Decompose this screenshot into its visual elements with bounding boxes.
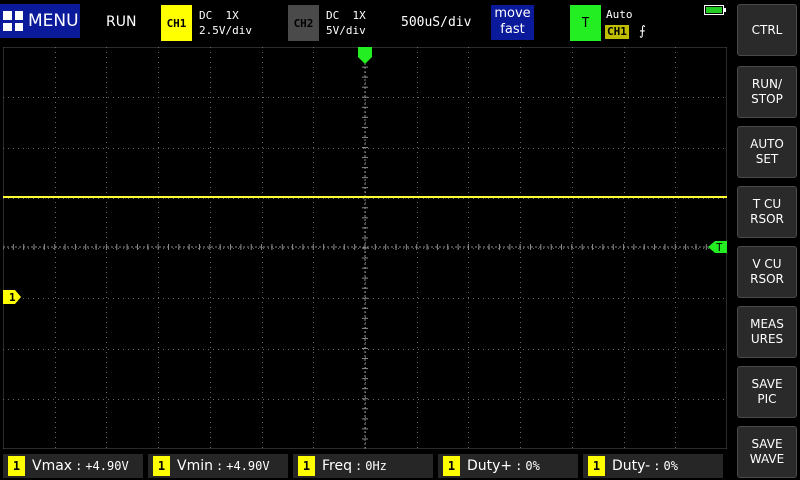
measurement-label: Vmin — [177, 458, 213, 474]
measurement-separator: : — [75, 459, 83, 473]
ch1-settings[interactable]: DC 1X 2.5V/div — [199, 8, 252, 38]
measurement-duty[interactable]: 1 Duty+:0% — [438, 454, 578, 478]
measurement-label: Duty+ — [467, 458, 513, 474]
measurement-channel-badge: 1 — [298, 456, 315, 476]
measurement-duty[interactable]: 1 Duty-:0% — [583, 454, 723, 478]
save-pic-button[interactable]: SAVE PIC — [737, 366, 797, 418]
ch1-badge[interactable]: CH1 — [161, 5, 192, 41]
trigger-level-label: T — [716, 241, 723, 254]
save-wave-button[interactable]: SAVE WAVE — [737, 426, 797, 478]
trigger-source[interactable]: CH1 — [605, 25, 629, 39]
waveform-grid: 1 T — [3, 47, 727, 449]
measurement-separator: : — [215, 459, 224, 473]
measurement-value: +4.90V — [226, 459, 270, 473]
ch1-scale: 2.5V/div — [199, 24, 252, 37]
measurement-separator: : — [653, 459, 661, 473]
measurement-separator: : — [515, 459, 523, 473]
menu-grid-icon — [3, 11, 23, 31]
t-cursor-button[interactable]: T CU RSOR — [737, 186, 797, 238]
move-speed-button[interactable]: move fast — [491, 5, 534, 40]
waveform-display[interactable]: 1 T — [3, 47, 727, 449]
trigger-badge[interactable]: T — [570, 5, 601, 41]
measurement-value: +4.90V — [85, 459, 129, 473]
autoset-button[interactable]: AUTO SET — [737, 126, 797, 178]
ch1-marker-label: 1 — [9, 291, 16, 304]
measurement-channel-badge: 1 — [588, 456, 605, 476]
measurement-label: Duty- — [612, 458, 651, 474]
side-panel: CTRL RUN/ STOP AUTO SET T CU RSOR V CU RSOR M… — [735, 0, 800, 480]
run-state[interactable]: RUN — [106, 14, 136, 30]
move-speed-value: fast — [500, 22, 525, 37]
trigger-mode[interactable]: Auto — [606, 8, 633, 21]
measures-button[interactable]: MEAS URES — [737, 306, 797, 358]
ch1-coupling: DC 1X — [199, 9, 239, 22]
menu-label: MENU — [28, 11, 79, 31]
ch2-badge[interactable]: CH2 — [288, 5, 319, 41]
measurement-channel-badge: 1 — [8, 456, 25, 476]
measurement-value: 0% — [525, 459, 540, 473]
measurement-channel-badge: 1 — [443, 456, 460, 476]
ch2-scale: 5V/div — [326, 24, 366, 37]
status-bar: MENU RUN CH1 DC 1X 2.5V/div CH2 DC 1X 5V… — [0, 0, 735, 44]
measurement-channel-badge: 1 — [153, 456, 170, 476]
run-stop-button[interactable]: RUN/ STOP — [737, 66, 797, 118]
rising-edge-icon[interactable]: ⨍ — [639, 24, 646, 39]
measurement-vmax[interactable]: 1 Vmax: +4.90V — [3, 454, 143, 478]
v-cursor-button[interactable]: V CU RSOR — [737, 246, 797, 298]
measurement-label: Vmax — [32, 458, 73, 474]
timebase[interactable]: 500uS/div — [401, 15, 471, 30]
menu-button[interactable]: MENU — [0, 4, 80, 38]
measurement-vmin[interactable]: 1 Vmin: +4.90V — [148, 454, 288, 478]
measurement-value: 0Hz — [365, 459, 387, 473]
ch2-coupling: DC 1X — [326, 9, 366, 22]
measurement-bar: 1 Vmax: +4.90V 1 Vmin: +4.90V 1 Freq:0Hz 1 Duty+:… — [0, 452, 735, 480]
move-label: move — [494, 6, 531, 21]
ctrl-button[interactable]: CTRL — [737, 4, 797, 56]
battery-tip — [724, 8, 726, 12]
measurement-value: 0% — [663, 459, 678, 473]
measurement-label: Freq — [322, 458, 352, 474]
measurement-separator: : — [354, 459, 363, 473]
battery-full-icon — [704, 5, 724, 15]
ch2-settings[interactable]: DC 1X 5V/div — [326, 8, 366, 38]
measurement-freq[interactable]: 1 Freq:0Hz — [293, 454, 433, 478]
